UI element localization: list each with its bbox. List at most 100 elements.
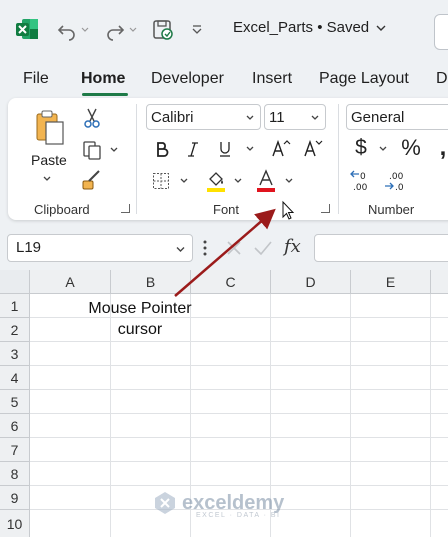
annotation-line-2: cursor <box>117 321 163 338</box>
number-format-value: General <box>351 108 405 126</box>
fill-color-button[interactable] <box>204 168 228 194</box>
font-dialog-launcher[interactable] <box>321 204 330 213</box>
chevron-down-icon[interactable] <box>284 176 294 186</box>
redo-icon <box>107 25 125 41</box>
tab-page-layout[interactable]: Page Layout <box>319 70 409 88</box>
tab-data[interactable]: D <box>436 70 448 88</box>
accounting-format-button[interactable]: $ <box>350 136 372 160</box>
font-color-icon <box>257 169 275 192</box>
row-header-1[interactable]: 1 <box>0 294 30 318</box>
grid-line <box>350 294 351 537</box>
column-header-c[interactable]: C <box>191 270 271 294</box>
increase-font-size-button[interactable] <box>270 136 292 160</box>
comma-icon: , <box>439 134 447 161</box>
name-box-value: L19 <box>16 239 42 256</box>
decrease-decimal-button[interactable]: 0 .00 <box>348 168 378 194</box>
row-header-2[interactable]: 2 <box>0 318 30 342</box>
tab-file[interactable]: File <box>23 70 49 88</box>
exceldemy-watermark: exceldemy EXCEL · DATA · BI <box>152 490 284 519</box>
font-name-combo[interactable]: Calibri <box>146 104 261 130</box>
chevron-down-icon[interactable] <box>245 144 255 154</box>
number-format-combo[interactable]: General <box>346 104 448 130</box>
chevron-down-icon <box>246 115 254 120</box>
row-header-6[interactable]: 6 <box>0 414 30 438</box>
row-header-10[interactable]: 10 <box>0 510 30 537</box>
paste-button[interactable] <box>26 108 70 148</box>
svg-text:0: 0 <box>360 172 366 182</box>
increase-font-icon <box>272 139 291 157</box>
ribbon-home: Paste Clipboard Calibri 11 Font General … <box>8 98 448 220</box>
document-title-button[interactable]: Excel_Parts • Saved <box>233 19 387 36</box>
decrease-font-icon <box>304 139 323 157</box>
decrease-decimal-icon: 0 .00 <box>350 170 368 193</box>
column-header-b[interactable]: B <box>111 270 191 294</box>
italic-icon <box>188 142 198 157</box>
group-separator <box>136 104 137 214</box>
window-search-box[interactable] <box>434 14 448 50</box>
column-header-a[interactable]: A <box>30 270 111 294</box>
annotation-text: Mouse Pointer cursor <box>60 298 220 340</box>
annotation-line-1: Mouse Pointer <box>88 300 192 317</box>
redo-button[interactable] <box>104 18 138 42</box>
chevron-down-icon[interactable] <box>109 145 119 155</box>
row-header-4[interactable]: 4 <box>0 366 30 390</box>
font-size-combo[interactable]: 11 <box>264 104 326 130</box>
grid-line <box>30 365 448 366</box>
font-color-button[interactable] <box>254 168 278 194</box>
row-header-5[interactable]: 5 <box>0 390 30 414</box>
select-all-corner[interactable] <box>0 270 30 294</box>
svg-text:.00: .00 <box>389 172 404 182</box>
increase-decimal-button[interactable]: .00 .0 <box>382 168 412 194</box>
clipboard-dialog-launcher[interactable] <box>121 204 130 213</box>
autosave-button[interactable] <box>152 18 174 42</box>
borders-button[interactable] <box>150 170 172 192</box>
comma-style-button[interactable]: , <box>436 134 448 161</box>
undo-button[interactable] <box>56 18 90 42</box>
undo-icon <box>57 25 75 41</box>
copy-icon <box>83 141 101 160</box>
formula-input[interactable] <box>314 234 448 262</box>
fill-color-icon <box>207 172 225 192</box>
format-painter-button[interactable] <box>80 168 104 192</box>
row-header-8[interactable]: 8 <box>0 462 30 486</box>
row-header-9[interactable]: 9 <box>0 486 30 510</box>
tab-developer[interactable]: Developer <box>151 70 224 88</box>
row-header-7[interactable]: 7 <box>0 438 30 462</box>
name-box[interactable]: L19 <box>7 234 193 262</box>
chevron-down-icon[interactable] <box>233 176 243 186</box>
column-header-d[interactable]: D <box>271 270 351 294</box>
bold-button[interactable] <box>152 138 172 160</box>
column-header-e[interactable]: E <box>351 270 431 294</box>
tab-home[interactable]: Home <box>81 70 125 88</box>
clipboard-group-label: Clipboard <box>34 202 90 217</box>
number-group-label: Number <box>368 202 415 217</box>
customize-qat-button[interactable] <box>190 18 204 42</box>
autosave-icon <box>153 20 173 40</box>
borders-icon <box>153 173 169 189</box>
scissors-icon <box>84 108 100 128</box>
enter-check-icon[interactable] <box>252 238 274 258</box>
chevron-down-icon <box>311 115 319 120</box>
chevron-down-icon[interactable] <box>179 176 189 186</box>
active-tab-indicator <box>82 93 128 96</box>
tab-insert[interactable]: Insert <box>252 70 292 88</box>
row-header-3[interactable]: 3 <box>0 342 30 366</box>
chevron-down-icon[interactable] <box>42 174 52 184</box>
copy-button[interactable] <box>80 138 104 162</box>
insert-function-button[interactable]: fx <box>284 236 301 257</box>
cancel-entry-icon[interactable] <box>224 238 244 258</box>
underline-button[interactable] <box>215 138 235 160</box>
more-options-icon[interactable] <box>202 239 208 257</box>
exceldemy-logo-icon <box>155 492 175 514</box>
decrease-font-size-button[interactable] <box>302 136 324 160</box>
italic-button[interactable] <box>183 138 203 160</box>
percent-style-button[interactable]: % <box>398 135 424 160</box>
grid-line <box>30 389 448 390</box>
chevron-down-icon <box>81 27 89 32</box>
chevron-down-icon <box>376 25 386 31</box>
column-header-f[interactable] <box>431 270 448 294</box>
cut-button[interactable] <box>80 106 104 130</box>
chevron-down-icon[interactable] <box>378 144 388 154</box>
font-group-label: Font <box>213 202 240 217</box>
format-painter-icon <box>82 170 100 190</box>
